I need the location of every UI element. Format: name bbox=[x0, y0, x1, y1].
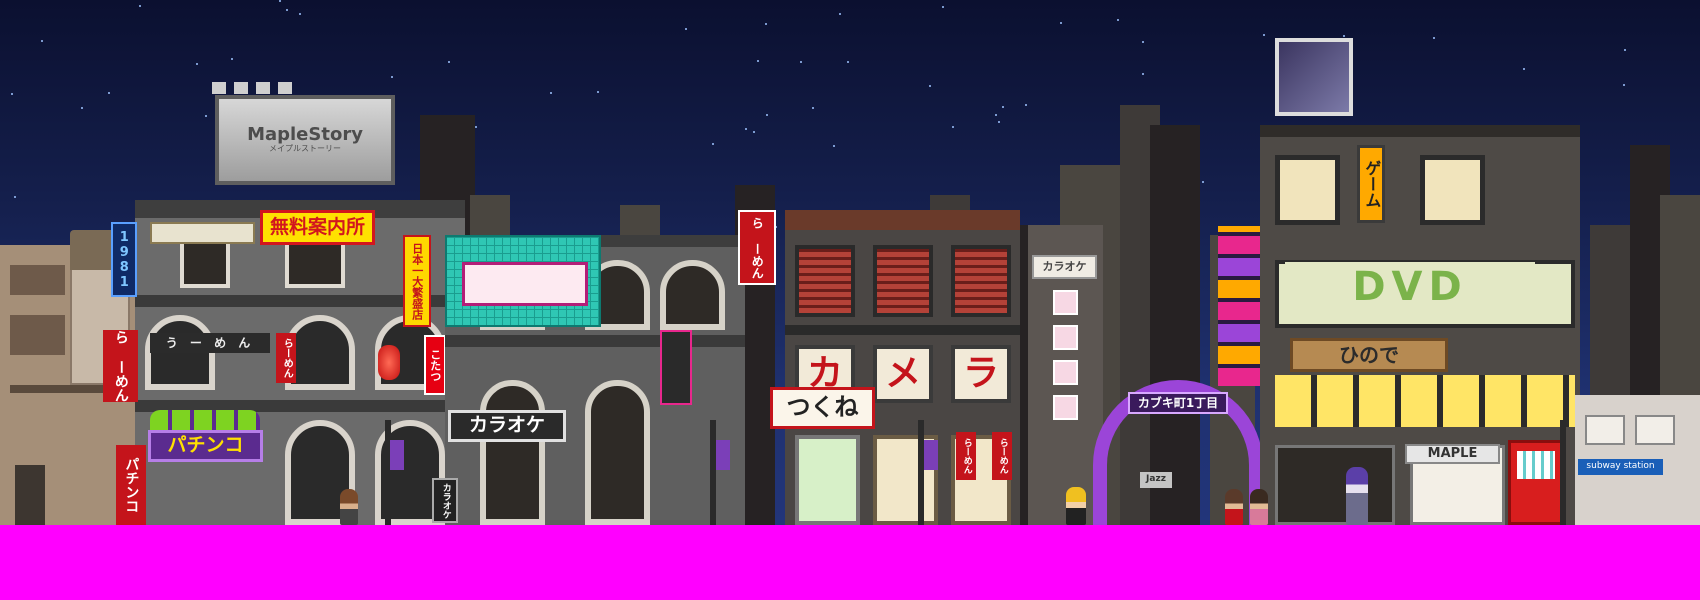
star bbox=[942, 6, 944, 8]
billboard-spotlights bbox=[212, 82, 298, 94]
nihon-ichi-sign: 日本一大繁盛店 bbox=[403, 235, 431, 327]
kamera-sign-ra: ラ bbox=[951, 345, 1011, 403]
star bbox=[550, 92, 552, 94]
star bbox=[196, 63, 198, 65]
maplestory-billboard: MapleStory メイプルストーリー bbox=[215, 95, 395, 185]
star bbox=[1060, 22, 1062, 24]
subway-station-sign: subway station bbox=[1578, 459, 1663, 475]
star bbox=[279, 0, 281, 2]
pachinko-vertical-sign: パチンコ bbox=[116, 445, 146, 525]
rooftop-billboard bbox=[1275, 38, 1353, 116]
npc-character-5[interactable] bbox=[1346, 467, 1368, 525]
star bbox=[833, 145, 835, 147]
star bbox=[998, 121, 1000, 123]
star bbox=[108, 92, 110, 94]
neon-tower bbox=[1218, 226, 1262, 386]
karaoke-vertical-sign: カラオケ bbox=[1032, 255, 1097, 279]
kotatsu-sign: こたつ bbox=[424, 335, 446, 395]
game-sign: ゲーム bbox=[1357, 145, 1385, 223]
star bbox=[597, 91, 599, 93]
star bbox=[800, 61, 802, 63]
star bbox=[757, 60, 759, 62]
star bbox=[847, 61, 849, 63]
star bbox=[81, 107, 83, 109]
ground-placeholder bbox=[0, 525, 1700, 600]
street-lamp-4 bbox=[1560, 420, 1566, 525]
red-lantern bbox=[378, 345, 400, 380]
star bbox=[391, 76, 393, 78]
street-lamp-3 bbox=[918, 420, 924, 525]
ramen-horizontal-strip: う ー め ん bbox=[150, 333, 270, 353]
game-scene: MapleStory メイプルストーリー 1981 無料案内所 日本一大繁盛店 … bbox=[0, 0, 1700, 600]
star bbox=[753, 131, 755, 133]
star bbox=[1142, 73, 1144, 75]
karaoke-small-sign: カラオケ bbox=[432, 478, 458, 523]
street-lamp-1 bbox=[385, 420, 391, 525]
kabuki-arch-sign: カブキ町1丁目 bbox=[1128, 392, 1228, 414]
ramen-pair-sign-1: らーめん bbox=[956, 432, 976, 480]
star bbox=[995, 114, 997, 116]
star bbox=[1523, 68, 1525, 70]
star bbox=[1142, 41, 1144, 43]
ramen-sign-left: ら ーめん bbox=[103, 330, 138, 402]
npc-character-2[interactable] bbox=[1066, 487, 1086, 525]
purple-banner-2 bbox=[716, 440, 730, 470]
jazz-sign: Jazz bbox=[1140, 472, 1172, 488]
pink-neon-vertical bbox=[660, 330, 692, 405]
star bbox=[765, 23, 767, 25]
star bbox=[205, 115, 207, 117]
star bbox=[11, 93, 13, 95]
star bbox=[1623, 84, 1625, 86]
star bbox=[1025, 104, 1027, 106]
vending-machine bbox=[1508, 440, 1563, 525]
ramen-bowl-banner: ら ーめん bbox=[738, 210, 776, 285]
star bbox=[839, 13, 841, 15]
star bbox=[712, 143, 714, 145]
star bbox=[475, 126, 477, 128]
star bbox=[766, 114, 768, 116]
star bbox=[448, 61, 450, 63]
purple-banner-3 bbox=[924, 440, 938, 470]
karaoke-main-sign: カラオケ bbox=[448, 410, 566, 442]
star bbox=[685, 28, 687, 30]
star bbox=[14, 196, 16, 198]
kamera-sign-me: メ bbox=[873, 345, 933, 403]
star bbox=[745, 128, 747, 130]
star bbox=[952, 126, 954, 128]
star bbox=[1117, 19, 1119, 21]
upper-left-sign bbox=[150, 222, 255, 244]
ramen-pair-sign-2: らーめん bbox=[992, 432, 1012, 480]
water-tower bbox=[70, 230, 115, 270]
pachinko-sign: パチンコ bbox=[148, 430, 263, 462]
star bbox=[41, 40, 43, 42]
star bbox=[1202, 181, 1204, 183]
star bbox=[1263, 34, 1265, 36]
star bbox=[812, 107, 814, 109]
street-lamp-2 bbox=[710, 420, 716, 525]
star bbox=[929, 85, 931, 87]
star bbox=[286, 9, 288, 11]
tsukune-sign: つくね bbox=[770, 387, 875, 429]
maplestory-sub-text: メイプルストーリー bbox=[269, 144, 341, 154]
maple-shop-sign: MAPLE bbox=[1405, 444, 1500, 464]
star bbox=[231, 58, 233, 60]
muryou-annaijo-sign: 無料案内所 bbox=[260, 210, 375, 245]
npc-character-3[interactable] bbox=[1225, 489, 1243, 525]
pachinko-bulbs bbox=[150, 410, 260, 430]
npc-character-4[interactable] bbox=[1250, 489, 1268, 525]
star bbox=[1624, 49, 1626, 51]
star bbox=[299, 13, 301, 15]
npc-character-1[interactable] bbox=[340, 489, 358, 525]
purple-banner-1 bbox=[390, 440, 404, 470]
star bbox=[1343, 35, 1345, 37]
year-1981-sign: 1981 bbox=[111, 222, 137, 297]
teal-neon-billboard bbox=[445, 235, 601, 327]
dvd-sign: DVD bbox=[1285, 262, 1535, 312]
maplestory-logo-text: MapleStory bbox=[247, 124, 363, 146]
star bbox=[139, 5, 141, 7]
star bbox=[1002, 106, 1004, 108]
hinode-sign: ひので bbox=[1290, 338, 1448, 372]
ramen-red-vertical: らーめん bbox=[276, 333, 296, 383]
star bbox=[1433, 37, 1435, 39]
